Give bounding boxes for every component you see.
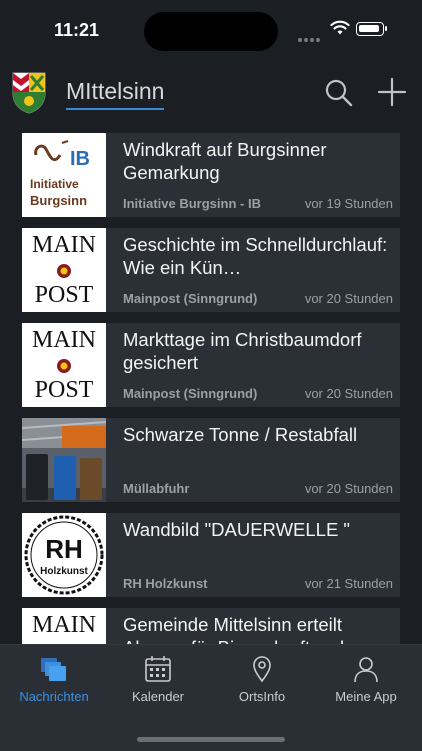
thumb-text: POST [34, 377, 94, 403]
news-item[interactable]: MAIN POST Geschichte im Schnelldurchlauf… [22, 228, 400, 312]
mainpost-logo: MAIN POST [22, 228, 106, 312]
app-header: MIttelsinn [0, 60, 422, 126]
location-pin-icon [253, 656, 271, 683]
battery-icon [356, 22, 387, 36]
calendar-icon [145, 656, 171, 682]
rh-holzkunst-logo: RH Holzkunst [22, 513, 106, 597]
news-source: Müllabfuhr [123, 481, 190, 496]
svg-text:IB: IB [70, 148, 90, 170]
news-age: vor 20 Stunden [304, 481, 393, 496]
location-title[interactable]: MIttelsinn [66, 78, 165, 110]
news-item[interactable]: RH Holzkunst Wandbild "DAUERWELLE " RH H… [22, 513, 400, 597]
news-title: Geschichte im Schnelldurchlauf: Wie ein … [123, 234, 388, 278]
thumb-text: MAIN [32, 232, 96, 258]
news-age: vor 20 Stunden [304, 386, 393, 401]
news-title: Schwarze Tonne / Restabfall [123, 424, 358, 445]
tab-label: Kalender [131, 689, 185, 704]
thumb-text: POST [34, 282, 94, 308]
news-icon [41, 658, 66, 681]
thumb-text: Initiative [30, 177, 79, 191]
news-age: vor 21 Stunden [304, 576, 393, 591]
mainpost-logo: MAIN POST [22, 608, 106, 644]
tab-ortsinfo[interactable]: OrtsInfo [217, 653, 307, 713]
news-title: Windkraft auf Burgsinner Gemarkung [123, 139, 327, 183]
thumb-text: RH [45, 534, 83, 564]
news-title: Wandbild "DAUERWELLE " [123, 519, 350, 540]
news-source: Initiative Burgsinn - IB [123, 196, 261, 211]
initiative-burgsinn-logo: IB Initiative Burgsinn [22, 133, 106, 217]
status-bar: 11:21 [0, 0, 422, 60]
tab-label: Nachrichten [19, 689, 89, 704]
signal-icon [298, 29, 322, 42]
tab-label: OrtsInfo [238, 689, 286, 704]
status-time: 11:21 [54, 20, 100, 40]
news-thumbnail: MAIN POST [22, 228, 106, 312]
news-item[interactable]: MAIN POST Gemeinde Mittelsinn erteilt Ab… [22, 608, 400, 644]
thumb-text: MAIN [32, 327, 96, 353]
news-item[interactable]: Schwarze Tonne / Restabfall Müllabfuhr v… [22, 418, 400, 502]
tab-meine-app[interactable]: Meine App [321, 653, 411, 713]
mainpost-logo: MAIN POST [22, 323, 106, 407]
news-age: vor 20 Stunden [304, 291, 393, 306]
tab-kalender[interactable]: Kalender [113, 653, 203, 713]
home-indicator[interactable] [137, 737, 285, 742]
news-list[interactable]: IB Initiative Burgsinn Windkraft auf Bur… [0, 126, 422, 644]
seal-icon [57, 264, 71, 278]
add-icon[interactable] [376, 76, 408, 108]
news-thumbnail: MAIN POST [22, 323, 106, 407]
news-title: Markttage im Christbaumdorf gesichert [123, 329, 362, 373]
person-icon [354, 657, 378, 683]
news-thumbnail: RH Holzkunst [22, 513, 106, 597]
news-thumbnail: IB Initiative Burgsinn [22, 133, 106, 217]
news-age: vor 19 Stunden [304, 196, 393, 211]
tab-label: Meine App [335, 689, 397, 704]
news-thumbnail [22, 418, 106, 502]
news-source: Mainpost (Sinngrund) [123, 386, 258, 401]
news-source: Mainpost (Sinngrund) [123, 291, 258, 306]
news-thumbnail: MAIN POST [22, 608, 106, 644]
news-item[interactable]: MAIN POST Markttage im Christbaumdorf ge… [22, 323, 400, 407]
thumb-text: Burgsinn [30, 193, 88, 208]
thumb-text: MAIN [32, 612, 96, 638]
search-icon[interactable] [324, 78, 354, 108]
news-source: RH Holzkunst [123, 576, 208, 591]
thumb-text: Holzkunst [40, 566, 88, 577]
seal-icon [57, 359, 71, 373]
dynamic-island [144, 12, 278, 51]
news-item[interactable]: IB Initiative Burgsinn Windkraft auf Bur… [22, 133, 400, 217]
tab-bar: Nachrichten Kalender OrtsInfo Meine App [0, 644, 422, 751]
news-title: Gemeinde Mittelsinn erteilt Absage für B… [123, 614, 349, 644]
coat-of-arms-icon[interactable] [12, 72, 46, 114]
waste-bins-photo [22, 418, 106, 502]
tab-nachrichten[interactable]: Nachrichten [9, 653, 99, 713]
wifi-icon [330, 20, 350, 35]
